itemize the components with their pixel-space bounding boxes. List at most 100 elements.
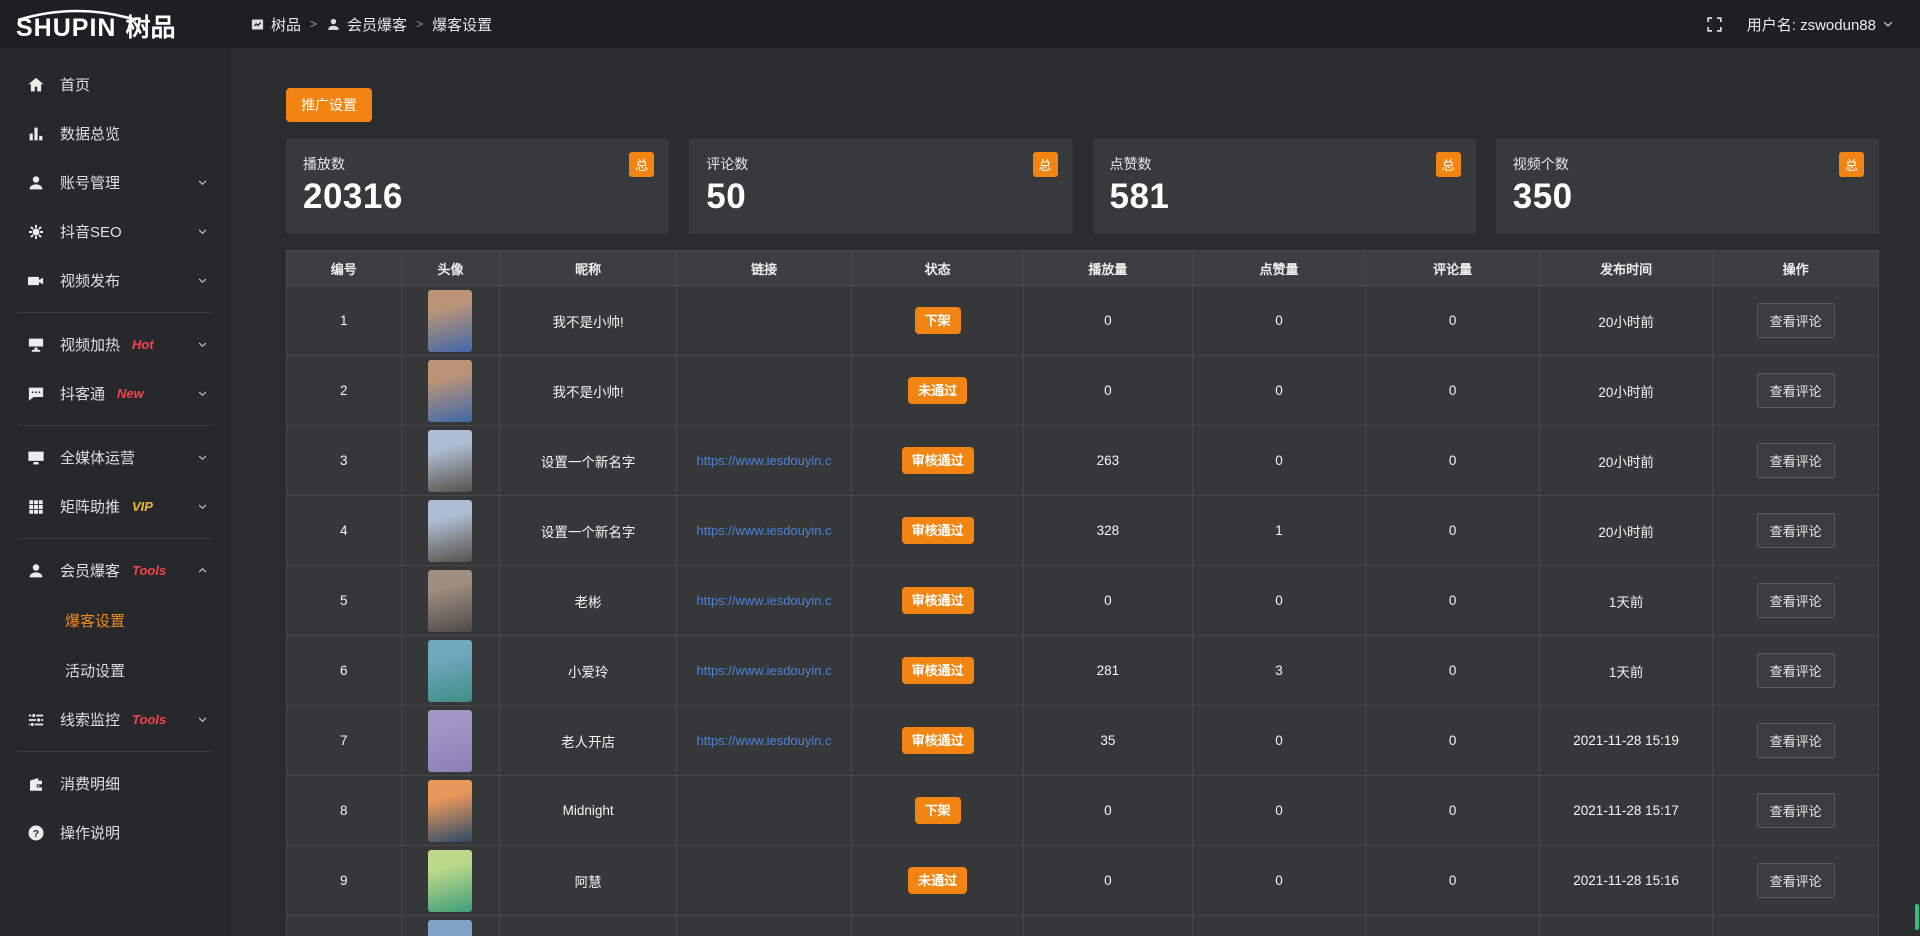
user-menu[interactable]: 用户名: zswodun88	[1747, 14, 1894, 35]
video-link[interactable]: https://www.iesdouyin.c	[697, 523, 832, 538]
cell-status	[852, 916, 1024, 936]
cell-time: 1天前	[1539, 636, 1713, 706]
sidebar-item-account-management[interactable]: 账号管理	[0, 158, 230, 207]
video-link[interactable]: https://www.iesdouyin.c	[697, 593, 832, 608]
video-camera-icon	[27, 272, 45, 290]
view-comments-button[interactable]: 查看评论	[1757, 513, 1835, 548]
sidebar-item-home[interactable]: 首页	[0, 60, 230, 109]
cell-action: 查看评论	[1713, 286, 1879, 356]
view-comments-button[interactable]: 查看评论	[1757, 373, 1835, 408]
cell-plays	[1024, 916, 1193, 936]
view-comments-button[interactable]: 查看评论	[1757, 303, 1835, 338]
table-row: 6 小爱玲 https://www.iesdouyin.c 审核通过 281 3…	[287, 636, 1879, 706]
cell-likes: 0	[1192, 706, 1366, 776]
gear-icon	[27, 223, 45, 241]
view-comments-button[interactable]: 查看评论	[1757, 653, 1835, 688]
user-icon	[27, 174, 45, 192]
cell-id: 7	[287, 706, 402, 776]
cell-comments: 0	[1366, 706, 1540, 776]
cell-action: 查看评论	[1713, 356, 1879, 426]
sidebar-item-douyin-seo[interactable]: 抖音SEO	[0, 207, 230, 256]
table-row: 8 Midnight 下架 0 0 0 2021-11-28 15:17 查看评…	[287, 776, 1879, 846]
chevron-down-icon	[197, 388, 208, 399]
view-comments-button[interactable]: 查看评论	[1757, 443, 1835, 478]
table-row: 3 设置一个新名字 https://www.iesdouyin.c 审核通过 2…	[287, 426, 1879, 496]
promo-settings-button[interactable]: 推广设置	[286, 88, 372, 122]
sidebar-item-label: 操作说明	[60, 822, 120, 843]
sidebar-item-label: 抖客通	[60, 383, 105, 404]
cell-nickname: Midnight	[500, 776, 677, 846]
video-link[interactable]: https://www.iesdouyin.c	[697, 663, 832, 678]
cell-plays: 0	[1024, 776, 1193, 846]
sidebar-divider	[18, 312, 212, 313]
breadcrumb-item-member-baoke[interactable]: 会员爆客	[326, 14, 407, 35]
cell-avatar	[401, 566, 500, 636]
cell-status: 审核通过	[852, 426, 1024, 496]
cell-comments: 0	[1366, 496, 1540, 566]
cell-plays: 281	[1024, 636, 1193, 706]
fullscreen-icon[interactable]	[1706, 16, 1723, 33]
total-badge: 总	[1033, 152, 1058, 177]
sidebar-item-tag: VIP	[132, 499, 153, 514]
cell-id: 9	[287, 846, 402, 916]
view-comments-button[interactable]: 查看评论	[1757, 793, 1835, 828]
avatar-person-photo	[428, 640, 472, 702]
cell-comments: 0	[1366, 566, 1540, 636]
column-header: 编号	[287, 251, 402, 286]
sidebar-subitem-label: 活动设置	[65, 660, 125, 681]
view-comments-button[interactable]: 查看评论	[1757, 583, 1835, 618]
view-comments-button[interactable]: 查看评论	[1757, 863, 1835, 898]
status-badge: 未通过	[908, 867, 967, 894]
stat-card-value: 20316	[303, 177, 652, 217]
status-badge: 未通过	[908, 377, 967, 404]
video-link[interactable]: https://www.iesdouyin.c	[697, 453, 832, 468]
breadcrumb-separator: >	[416, 17, 423, 31]
sidebar-item-consume-detail[interactable]: 消费明细	[0, 759, 230, 808]
stat-card: 播放数 20316 总	[286, 139, 669, 234]
sidebar-item-data-overview[interactable]: 数据总览	[0, 109, 230, 158]
status-badge: 审核通过	[902, 727, 974, 754]
svg-text:?: ?	[33, 827, 39, 839]
cell-avatar	[401, 706, 500, 776]
sidebar-item-clue-monitor[interactable]: 线索监控 Tools	[0, 695, 230, 744]
sidebar-divider	[18, 751, 212, 752]
stat-card-label: 播放数	[303, 154, 652, 174]
cell-time: 2021-11-28 15:19	[1539, 706, 1713, 776]
stat-card-value: 581	[1110, 177, 1459, 217]
sidebar-item-tag: Hot	[132, 337, 154, 352]
video-link[interactable]: https://www.iesdouyin.c	[697, 733, 832, 748]
sidebar-item-operation-guide[interactable]: ? 操作说明	[0, 808, 230, 857]
sidebar-item-member-baoke[interactable]: 会员爆客 Tools	[0, 546, 230, 595]
breadcrumb-item-shupin[interactable]: 树品	[250, 14, 301, 35]
cell-plays: 35	[1024, 706, 1193, 776]
scrollbar-thumb[interactable]	[1915, 904, 1919, 930]
sidebar-subitem-activity-settings[interactable]: 活动设置	[0, 645, 230, 695]
sidebar-item-label: 消费明细	[60, 773, 120, 794]
sidebar-item-label: 首页	[60, 74, 90, 95]
chevron-down-icon	[197, 226, 208, 237]
cell-comments: 0	[1366, 356, 1540, 426]
view-comments-button[interactable]: 查看评论	[1757, 723, 1835, 758]
cell-nickname: 小爱玲	[500, 636, 677, 706]
cell-status: 下架	[852, 776, 1024, 846]
column-header: 状态	[852, 251, 1024, 286]
breadcrumb-item-baoke-settings[interactable]: 爆客设置	[432, 14, 492, 35]
cell-comments: 0	[1366, 636, 1540, 706]
status-badge: 审核通过	[902, 447, 974, 474]
avatar-man-portrait	[428, 570, 472, 632]
app-logo: SHUPIN 树品	[0, 0, 230, 48]
sidebar-item-douketong[interactable]: 抖客通 New	[0, 369, 230, 418]
sidebar-item-all-media-operation[interactable]: 全媒体运营	[0, 433, 230, 482]
cell-time: 2021-11-28 15:16	[1539, 846, 1713, 916]
chevron-down-icon	[197, 452, 208, 463]
avatar-green-paint	[428, 850, 472, 912]
chevron-down-icon	[197, 177, 208, 188]
cell-id: 2	[287, 356, 402, 426]
chevron-down-icon	[197, 275, 208, 286]
sidebar-subitem-baoke-settings[interactable]: 爆客设置	[0, 595, 230, 645]
help-icon: ?	[27, 824, 45, 842]
sidebar-item-video-publish[interactable]: 视频发布	[0, 256, 230, 305]
column-header: 发布时间	[1539, 251, 1713, 286]
sidebar-item-matrix-boost[interactable]: 矩阵助推 VIP	[0, 482, 230, 531]
sidebar-item-video-heat[interactable]: 视频加热 Hot	[0, 320, 230, 369]
